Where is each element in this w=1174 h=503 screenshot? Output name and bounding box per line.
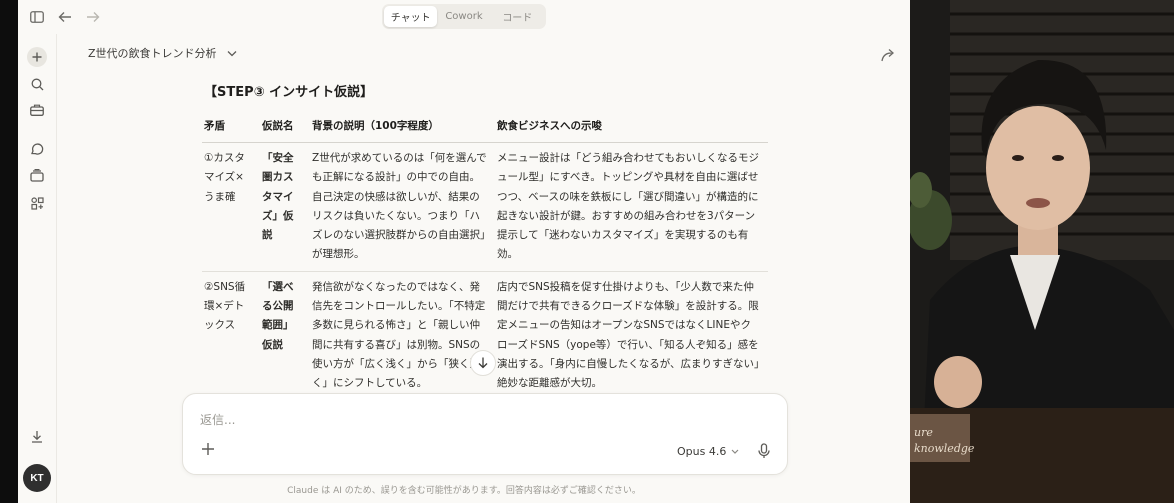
conversation-title: Z世代の飲食トレンド分析	[88, 47, 217, 60]
ai-disclaimer: Claude は AI のため、誤りを含む可能性があります。回答内容は必ずご確認…	[287, 486, 641, 496]
microphone-icon[interactable]	[757, 443, 771, 459]
sign-text: ure	[914, 426, 933, 439]
back-arrow-icon[interactable]	[56, 8, 74, 26]
hypothesis-cell: 「安全圏カスタマイズ」仮説	[260, 142, 310, 272]
tab-cowork[interactable]: Cowork	[437, 6, 490, 27]
sidebar-toggle-icon[interactable]	[28, 8, 46, 26]
table-header-row: 矛盾 仮説名 背景の説明（100字程度） 飲食ビジネスへの示唆	[202, 112, 768, 143]
column-header: 背景の説明（100字程度）	[310, 112, 495, 143]
search-icon[interactable]	[27, 74, 47, 94]
share-icon[interactable]	[880, 47, 896, 63]
contradiction-cell: ②SNS循環×デトックス	[202, 271, 260, 400]
background-cell: Z世代が求めているのは「何を選んでも正解になる設計」の中での自由。自己決定の快感…	[310, 142, 495, 272]
model-name: Opus 4.6	[677, 445, 727, 458]
sidebar: KT	[18, 34, 56, 503]
hypothesis-cell: 「選べる公開範囲」仮説	[260, 271, 310, 400]
projects-icon[interactable]	[27, 165, 47, 185]
contradiction-cell: ①カスタマイズ×うま確	[202, 142, 260, 272]
scroll-to-bottom-button[interactable]	[470, 350, 496, 376]
arrow-down-icon	[478, 357, 488, 369]
chats-icon[interactable]	[27, 139, 47, 159]
top-bar: チャット Cowork コード	[18, 0, 910, 34]
mode-switch: チャット Cowork コード	[382, 4, 546, 29]
reply-input[interactable]: 返信...	[200, 411, 235, 428]
step-heading: 【STEP③ インサイト仮説】	[204, 85, 374, 100]
chevron-down-icon	[227, 50, 237, 56]
sidebar-divider	[56, 34, 57, 503]
composer: 返信... Opus 4.6	[182, 393, 788, 475]
background-cell: 発信欲がなくなったのではなく、発信先をコントロールしたい。「不特定多数に見られる…	[310, 271, 495, 400]
forward-arrow-icon[interactable]	[84, 8, 102, 26]
webcam-image: ure knowledge	[910, 0, 1174, 503]
svg-text:knowledge: knowledge	[914, 442, 975, 455]
briefcase-icon[interactable]	[27, 100, 47, 120]
column-header: 仮説名	[260, 112, 310, 143]
column-header: 矛盾	[202, 112, 260, 143]
webcam-overlay: ure knowledge	[910, 0, 1174, 503]
new-chat-button[interactable]	[27, 47, 47, 67]
table-row: ①カスタマイズ×うま確 「安全圏カスタマイズ」仮説 Z世代が求めているのは「何を…	[202, 142, 768, 272]
tab-code[interactable]: コード	[491, 6, 544, 27]
claude-app-window: チャット Cowork コード KT Z世代の飲食トレンド分析 【STEP③ イ…	[18, 0, 910, 503]
conversation-title-menu[interactable]: Z世代の飲食トレンド分析	[88, 45, 237, 61]
artifacts-icon[interactable]	[27, 193, 47, 213]
column-header: 飲食ビジネスへの示唆	[495, 112, 768, 143]
model-selector[interactable]: Opus 4.6	[677, 445, 739, 458]
table-row: ②SNS循環×デトックス 「選べる公開範囲」仮説 発信欲がなくなったのではなく、…	[202, 271, 768, 400]
implication-cell: メニュー設計は「どう組み合わせてもおいしくなるモジュール型」にすべき。トッピング…	[495, 142, 768, 272]
add-attachment-button[interactable]	[201, 442, 217, 458]
download-icon[interactable]	[27, 426, 47, 446]
chevron-down-icon	[731, 449, 739, 454]
tab-chat[interactable]: チャット	[384, 6, 438, 27]
implication-cell: 店内でSNS投稿を促す仕掛けよりも、「少人数で来た仲間だけで共有できるクローズド…	[495, 271, 768, 400]
